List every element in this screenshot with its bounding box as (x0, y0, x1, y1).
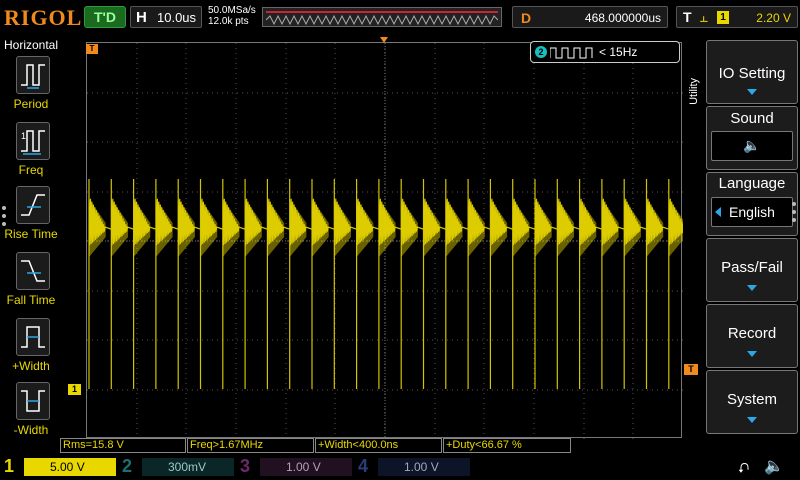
waveform-display[interactable] (86, 42, 683, 439)
measure-menu-title: Horizontal (4, 38, 59, 52)
sample-info: 50.0MSa/s 12.0k pts (208, 5, 256, 27)
memory-waveform-icon (266, 15, 498, 25)
measurement-pos-duty[interactable]: +Duty<66.67 % (443, 438, 571, 453)
neg-width-icon (16, 382, 50, 420)
svg-text:1: 1 (21, 131, 26, 141)
channel-1-scale: 5.00 V (24, 458, 116, 476)
memory-depth: 12.0k pts (208, 16, 249, 27)
counter-value: < 15Hz (599, 45, 638, 59)
horizontal-label: H (136, 9, 147, 26)
utility-menu-title: Utility (688, 78, 700, 105)
channel-1-number: 1 (4, 456, 15, 476)
channel-3-tab[interactable]: 3 ═ 1.00 V (236, 455, 354, 479)
channel-4-number: 4 (358, 456, 369, 476)
counter-channel-badge: 2 (535, 46, 547, 58)
channel-1-tab[interactable]: 1 ═ 5.00 V (0, 455, 118, 479)
measure-fall-time-button[interactable]: Fall Time (4, 252, 58, 316)
trigger-level-value: 2.20 V (756, 11, 791, 25)
language-value-box: English (711, 197, 793, 227)
sample-rate: 50.0MSa/s (208, 5, 256, 16)
io-setting-arrow-icon (747, 89, 757, 95)
measurement-rms[interactable]: Rms=15.8 V (60, 438, 186, 453)
fall-time-icon (16, 252, 50, 290)
measure-period-label: Period (13, 97, 49, 111)
io-setting-label: IO Setting (718, 65, 786, 82)
brand-logo: RIGOL (4, 5, 83, 30)
measure-freq-label: Freq (18, 163, 44, 177)
left-scroll-dots (2, 206, 8, 232)
trigger-source-badge: 1 (717, 11, 729, 24)
measure-pos-width-label: +Width (12, 359, 50, 373)
channel-4-tab[interactable]: 4 ═ 1.00 V (354, 455, 472, 479)
delay-label: D (521, 10, 532, 26)
pass-fail-label: Pass/Fail (721, 259, 783, 276)
speaker-icon: 🔈 (743, 137, 761, 153)
measure-rise-time-button[interactable]: Rise Time (4, 186, 58, 250)
measure-rise-time-label: Rise Time (4, 227, 58, 241)
system-button[interactable]: System (706, 370, 798, 434)
sound-label: Sound (730, 110, 774, 127)
channel-2-tab[interactable]: 2 ═ 300mV (118, 455, 236, 479)
measurement-strip: Rms=15.8 V Freq>1.67MHz +Width<400.0ns +… (60, 438, 680, 454)
rising-edge-icon: ⫠ (699, 9, 709, 26)
language-value: English (729, 204, 775, 220)
square-wave-icon (550, 47, 593, 59)
channel-2-scale: 300mV (142, 458, 234, 476)
measurement-freq[interactable]: Freq>1.67MHz (187, 438, 314, 453)
top-status-bar: RIGOL T'D H 10.0us 50.0MSa/s 12.0k pts D… (0, 0, 800, 34)
measure-menu-panel: Horizontal Period 1 Freq Rise Time Fall … (0, 36, 62, 437)
sound-value-box: 🔈 (711, 131, 793, 161)
timebase-box[interactable]: H 10.0us (130, 6, 202, 28)
language-button[interactable]: Language English (706, 172, 798, 236)
ch1-offset-marker[interactable]: 1 (68, 384, 81, 395)
delay-box[interactable]: D 468.000000us (512, 6, 668, 28)
channel-3-scale: 1.00 V (260, 458, 352, 476)
pos-width-icon (16, 318, 50, 356)
measure-period-button[interactable]: Period (4, 56, 58, 120)
system-arrow-icon (747, 417, 757, 423)
language-label: Language (718, 175, 786, 192)
record-label: Record (727, 325, 777, 342)
measure-neg-width-label: -Width (13, 423, 49, 437)
record-arrow-icon (747, 351, 757, 357)
trigger-position-marker: T (86, 44, 98, 54)
measure-neg-width-button[interactable]: -Width (4, 382, 58, 446)
utility-menu-panel: Utility IO Setting Sound 🔈 Language Engl… (688, 38, 800, 450)
channel-bar: 1 ═ 5.00 V 2 ═ 300mV 3 ═ 1.00 V 4 ═ 1.00… (0, 454, 800, 480)
trigger-box[interactable]: T ⫠ 1 2.20 V (676, 6, 798, 28)
rise-time-icon (16, 186, 50, 224)
speaker-status-icon: 🔈 (764, 458, 784, 475)
delay-value: 468.000000us (584, 11, 661, 25)
graticule (87, 43, 683, 439)
measure-fall-time-label: Fall Time (6, 293, 56, 307)
memory-window-indicator (266, 11, 498, 13)
trigger-time-marker (380, 37, 388, 43)
freq-icon: 1 (16, 122, 50, 160)
channel-4-scale: 1.00 V (378, 458, 470, 476)
pass-fail-button[interactable]: Pass/Fail (706, 238, 798, 302)
ch1-waveform (88, 179, 683, 389)
io-setting-button[interactable]: IO Setting (706, 40, 798, 104)
channel-3-number: 3 (240, 456, 251, 476)
system-label: System (726, 391, 777, 408)
timebase-value: 10.0us (157, 10, 197, 25)
measurement-pos-width[interactable]: +Width<400.0ns (315, 438, 442, 453)
channel-2-number: 2 (122, 456, 133, 476)
trigger-status-badge[interactable]: T'D (84, 6, 126, 28)
usb-icon: ⮏ (738, 460, 750, 476)
memory-overview-bar[interactable] (262, 7, 502, 27)
sound-button[interactable]: Sound 🔈 (706, 106, 798, 170)
frequency-counter[interactable]: 2 < 15Hz (530, 41, 680, 63)
measure-freq-button[interactable]: 1 Freq (4, 122, 58, 186)
right-scroll-dots (792, 202, 798, 228)
record-button[interactable]: Record (706, 304, 798, 368)
measure-pos-width-button[interactable]: +Width (4, 318, 58, 382)
pass-fail-arrow-icon (747, 285, 757, 291)
trigger-label: T (683, 9, 692, 25)
period-icon (16, 56, 50, 94)
